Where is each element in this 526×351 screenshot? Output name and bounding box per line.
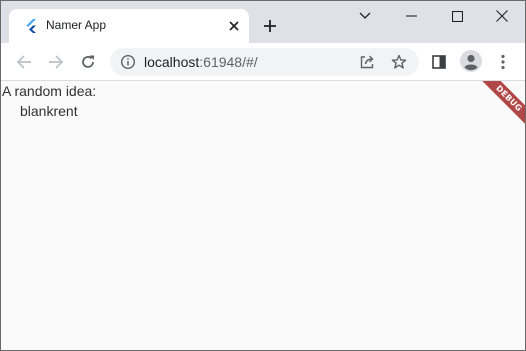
debug-banner: DEBUG [465,81,525,141]
side-panel-icon[interactable] [427,50,451,74]
reload-icon[interactable] [76,50,100,74]
browser-window: Namer App localhost:61948/#/ A random id… [0,0,526,351]
minimize-icon[interactable] [388,1,434,31]
flutter-logo-icon [25,19,39,33]
tab-strip: Namer App [1,1,525,43]
maximize-icon[interactable] [434,1,480,31]
app-content: A random idea: blankrent DEBUG [1,81,525,350]
url-host: localhost [144,54,200,70]
chevron-down-icon[interactable] [342,1,388,31]
random-idea-caption: A random idea: [2,83,97,99]
share-icon[interactable] [359,54,375,70]
url-path: :61948/#/ [199,54,258,70]
url-text: localhost:61948/#/ [144,54,258,70]
star-icon[interactable] [391,54,407,70]
avatar-icon[interactable] [460,50,482,72]
close-icon[interactable] [226,18,242,34]
random-idea-word: blankrent [20,103,78,119]
plus-icon[interactable] [260,16,280,36]
debug-banner-label: DEBUG [476,81,525,132]
tab-namer-app[interactable]: Namer App [9,9,249,43]
address-bar[interactable]: localhost:61948/#/ [110,48,419,76]
arrow-right-icon[interactable] [44,50,68,74]
tab-title: Namer App [46,18,107,32]
kebab-menu-icon[interactable] [491,50,515,74]
arrow-left-icon[interactable] [12,50,36,74]
browser-toolbar: localhost:61948/#/ [1,43,525,81]
info-icon[interactable] [120,54,136,70]
close-icon[interactable] [479,1,525,31]
